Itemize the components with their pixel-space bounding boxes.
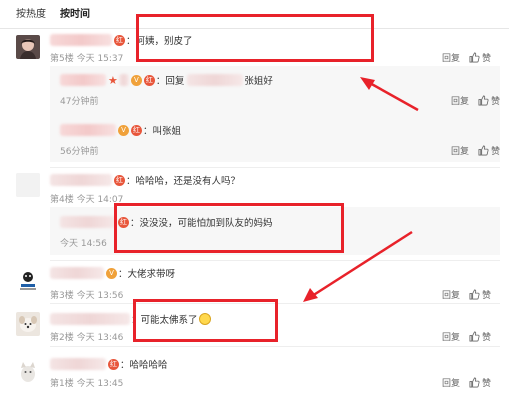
comment-meta: 第2楼 今天 13:46: [50, 333, 124, 343]
divider: [50, 167, 500, 168]
comment-actions: 回复 赞: [442, 51, 491, 64]
mention-blurred[interactable]: [187, 74, 244, 86]
reply-actions: 回复 赞: [451, 144, 500, 157]
badge-icon: 红: [114, 174, 125, 186]
badge-icon: 红: [114, 34, 125, 46]
comment-text: ：大佬求带呀: [118, 269, 176, 280]
divider: [50, 260, 500, 261]
mention-text: 张姐好: [244, 76, 273, 87]
username-blurred[interactable]: [50, 313, 130, 325]
comment-actions: 回复 赞: [442, 330, 491, 343]
badge-icon: V: [118, 124, 129, 136]
reply-button[interactable]: 回复: [442, 376, 460, 389]
like-button[interactable]: 赞: [478, 144, 500, 157]
thumb-up-icon: [469, 289, 480, 300]
like-button[interactable]: 赞: [469, 51, 491, 64]
reply-button[interactable]: 回复: [442, 51, 460, 64]
avatar-icon[interactable]: [16, 360, 40, 384]
tab-time[interactable]: 按时间: [60, 5, 90, 25]
username-blurred[interactable]: [50, 174, 112, 186]
tab-divider: [0, 28, 509, 29]
comment-text: ：可能太佛系了: [131, 315, 198, 326]
emoji-icon: [198, 313, 211, 325]
reply-text: ：没没没，可能怕加到队友的妈妈: [130, 218, 273, 229]
username-blurred[interactable]: [50, 34, 112, 46]
reply-button[interactable]: 回复: [442, 288, 460, 301]
reply-button[interactable]: 回复: [451, 94, 469, 107]
comment-text: ：阿姨，别皮了: [126, 36, 193, 47]
username-blurred[interactable]: [50, 267, 104, 279]
reply-text: ：回复: [155, 76, 185, 87]
like-button[interactable]: 赞: [469, 376, 491, 389]
reply-box: ★ V 红 ：回复 张姐好 47分钟前 回复 赞 V 红 ：叫张姐 56分钟前 …: [50, 66, 500, 162]
avatar-icon[interactable]: [16, 35, 40, 59]
badge-icon: 红: [108, 358, 119, 370]
comment-text: ：哈哈哈，还是没有人吗？: [126, 176, 241, 187]
username-blurred: [118, 74, 129, 86]
reply-meta: 56分钟前: [60, 147, 99, 157]
badge-icon: V: [106, 267, 117, 279]
comment-meta: 第4楼 今天 14:07: [50, 195, 124, 205]
comment-meta: 第1楼 今天 13:45: [50, 379, 124, 389]
badge-icon: 红: [131, 124, 142, 136]
avatar-icon[interactable]: [16, 312, 40, 336]
badge-icon: 红: [143, 74, 155, 86]
badge-icon: V: [130, 74, 142, 86]
reply-button[interactable]: 回复: [451, 144, 469, 157]
reply-button[interactable]: 回复: [442, 330, 460, 343]
badge-icon: 红: [118, 216, 129, 228]
reply-meta: 47分钟前: [60, 97, 99, 107]
username-blurred[interactable]: [60, 74, 106, 86]
reply-meta: 今天 14:56: [60, 239, 107, 249]
sort-tabs: 按热度 按时间: [16, 5, 90, 25]
reply-actions: 回复 赞: [451, 94, 500, 107]
divider: [50, 346, 500, 347]
thumb-up-icon: [478, 95, 489, 106]
username-blurred[interactable]: [60, 124, 116, 136]
tab-hot[interactable]: 按热度: [16, 5, 46, 25]
comment-text: ：哈哈哈哈: [120, 360, 168, 371]
star-icon: ★: [108, 73, 118, 87]
comment-actions: 回复 赞: [442, 376, 491, 389]
thumb-up-icon: [469, 331, 480, 342]
avatar-icon[interactable]: [16, 173, 40, 197]
like-button[interactable]: 赞: [478, 94, 500, 107]
username-blurred[interactable]: [50, 358, 106, 370]
thumb-up-icon: [469, 52, 480, 63]
comment-actions: 回复 赞: [442, 288, 491, 301]
divider: [50, 303, 500, 304]
avatar-icon[interactable]: [16, 268, 40, 292]
thumb-up-icon: [469, 377, 480, 388]
comment-meta: 第5楼 今天 15:37: [50, 54, 124, 64]
username-blurred[interactable]: [60, 216, 116, 228]
reply-box: 红 ：没没没，可能怕加到队友的妈妈 今天 14:56: [50, 207, 500, 255]
like-button[interactable]: 赞: [469, 288, 491, 301]
comment-meta: 第3楼 今天 13:56: [50, 291, 124, 301]
reply-text: ：叫张姐: [143, 126, 182, 137]
like-button[interactable]: 赞: [469, 330, 491, 343]
thumb-up-icon: [478, 145, 489, 156]
